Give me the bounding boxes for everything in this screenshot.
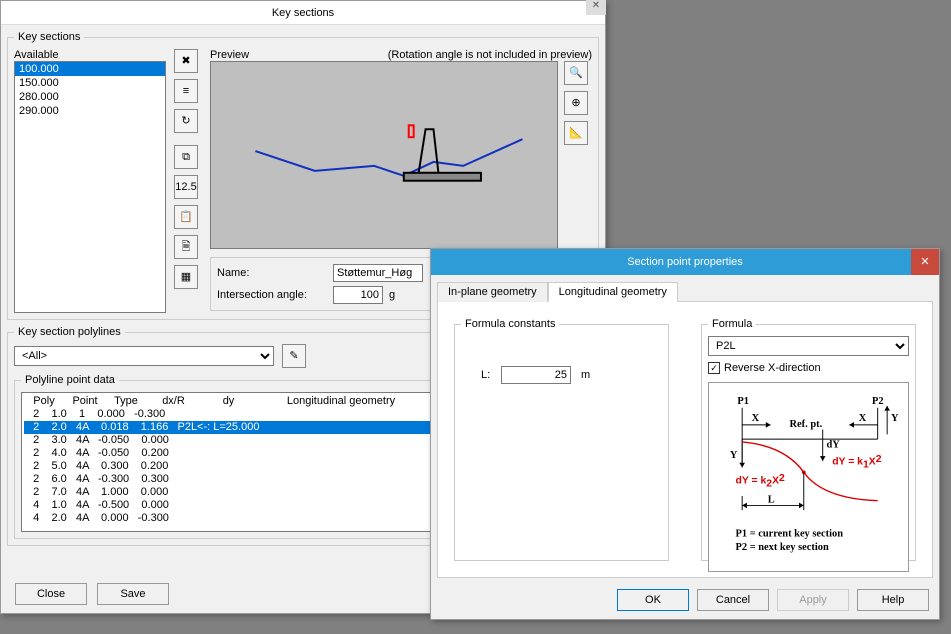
available-item[interactable]: 280.000 bbox=[15, 90, 165, 104]
available-item[interactable]: 290.000 bbox=[15, 104, 165, 118]
preview-label: Preview bbox=[210, 49, 249, 61]
svg-text:dY: dY bbox=[827, 440, 841, 451]
sheet-icon[interactable]: 🗎 bbox=[174, 235, 198, 259]
col-header: Type bbox=[106, 395, 146, 408]
titlebar: Key sections ✕ bbox=[1, 1, 605, 25]
tab-in-plane[interactable]: In-plane geometry bbox=[437, 282, 548, 302]
tab-content: Formula constants L: m Formula P2L ✓ Rev… bbox=[437, 302, 933, 578]
name-label: Name: bbox=[217, 267, 327, 279]
svg-text:dY = k2X2: dY = k2X2 bbox=[736, 473, 786, 490]
formula-legend: Formula bbox=[708, 318, 756, 330]
col-header: Poly bbox=[24, 395, 64, 408]
svg-text:X: X bbox=[752, 413, 760, 424]
svg-text:P2: P2 bbox=[872, 396, 884, 407]
l-input[interactable] bbox=[501, 366, 571, 384]
window-title: Key sections bbox=[272, 7, 334, 19]
cancel-button[interactable]: Cancel bbox=[697, 589, 769, 611]
ok-button[interactable]: OK bbox=[617, 589, 689, 611]
formula-diagram: P1 P2 X X Y Y Ref. pt. bbox=[708, 382, 909, 572]
svg-text:L: L bbox=[768, 495, 775, 506]
available-label: Available bbox=[14, 49, 166, 61]
svg-text:P1: P1 bbox=[737, 396, 749, 407]
scale-icon[interactable]: 12.5 bbox=[174, 175, 198, 199]
available-item[interactable]: 100.000 bbox=[15, 62, 165, 76]
col-header: dy bbox=[201, 395, 256, 408]
svg-text:Y: Y bbox=[730, 450, 738, 461]
delete-icon[interactable]: ✖ bbox=[174, 49, 198, 73]
formula-constants-group: Formula constants L: m bbox=[454, 318, 669, 561]
constants-legend: Formula constants bbox=[461, 318, 559, 330]
col-header: Point bbox=[64, 395, 106, 408]
edit-icon[interactable]: ✎ bbox=[282, 344, 306, 368]
tool-column: ✖ ≡ ↻ ⧉ 12.5 📋 🗎 ▦ bbox=[174, 49, 202, 313]
angle-label: Intersection angle: bbox=[217, 289, 327, 301]
paste-icon[interactable]: 📋 bbox=[174, 205, 198, 229]
svg-text:dY = k1X2: dY = k1X2 bbox=[832, 454, 882, 471]
dialog-titlebar: Section point properties ✕ bbox=[431, 249, 939, 275]
rotate-icon[interactable]: ↻ bbox=[174, 109, 198, 133]
save-button[interactable]: Save bbox=[97, 583, 169, 605]
svg-text:P1 = current key section: P1 = current key section bbox=[736, 529, 844, 540]
preview-canvas bbox=[210, 61, 558, 249]
l-label: L: bbox=[461, 369, 491, 381]
svg-text:Ref. pt.: Ref. pt. bbox=[790, 419, 823, 430]
polylines-legend: Key section polylines bbox=[14, 326, 125, 338]
zoom-in-icon[interactable]: 🔍 bbox=[564, 61, 588, 85]
copy-icon[interactable]: ⧉ bbox=[174, 145, 198, 169]
svg-text:P2 = next key section: P2 = next key section bbox=[736, 542, 829, 553]
zoom-column: 🔍 ⊕ 📐 bbox=[564, 61, 592, 249]
formula-group: Formula P2L ✓ Reverse X-direction P1 P2 … bbox=[701, 318, 916, 561]
layers-icon[interactable]: ▦ bbox=[174, 265, 198, 289]
formula-select[interactable]: P2L bbox=[708, 336, 909, 356]
close-button[interactable]: Close bbox=[15, 583, 87, 605]
reverse-x-checkbox[interactable]: ✓ Reverse X-direction bbox=[708, 362, 821, 374]
help-button[interactable]: Help bbox=[857, 589, 929, 611]
angle-unit: g bbox=[389, 289, 395, 301]
svg-text:Y: Y bbox=[891, 413, 899, 424]
tab-longitudinal[interactable]: Longitudinal geometry bbox=[548, 282, 678, 302]
apply-button: Apply bbox=[777, 589, 849, 611]
arrange-icon[interactable]: ≡ bbox=[174, 79, 198, 103]
tab-strip: In-plane geometry Longitudinal geometry bbox=[437, 281, 933, 302]
close-icon[interactable]: ✕ bbox=[586, 0, 606, 15]
dialog-title: Section point properties bbox=[627, 256, 743, 268]
reverse-x-label: Reverse X-direction bbox=[724, 362, 821, 374]
available-listbox[interactable]: 100.000150.000280.000290.000 bbox=[14, 61, 166, 313]
polyline-filter-select[interactable]: <All> bbox=[14, 346, 274, 366]
zoom-extents-icon[interactable]: ⊕ bbox=[564, 91, 588, 115]
preview-note: (Rotation angle is not included in previ… bbox=[388, 49, 592, 61]
section-point-properties-dialog: Section point properties ✕ In-plane geom… bbox=[430, 248, 940, 620]
available-item[interactable]: 150.000 bbox=[15, 76, 165, 90]
measure-icon[interactable]: 📐 bbox=[564, 121, 588, 145]
angle-input[interactable] bbox=[333, 286, 383, 304]
key-sections-legend: Key sections bbox=[14, 31, 84, 43]
pointdata-legend: Polyline point data bbox=[21, 374, 119, 386]
col-header: dx/R bbox=[146, 395, 201, 408]
svg-text:X: X bbox=[859, 413, 867, 424]
l-unit: m bbox=[581, 369, 590, 381]
col-header: Longitudinal geometry bbox=[256, 395, 426, 408]
name-input[interactable] bbox=[333, 264, 423, 282]
close-icon[interactable]: ✕ bbox=[911, 249, 939, 275]
